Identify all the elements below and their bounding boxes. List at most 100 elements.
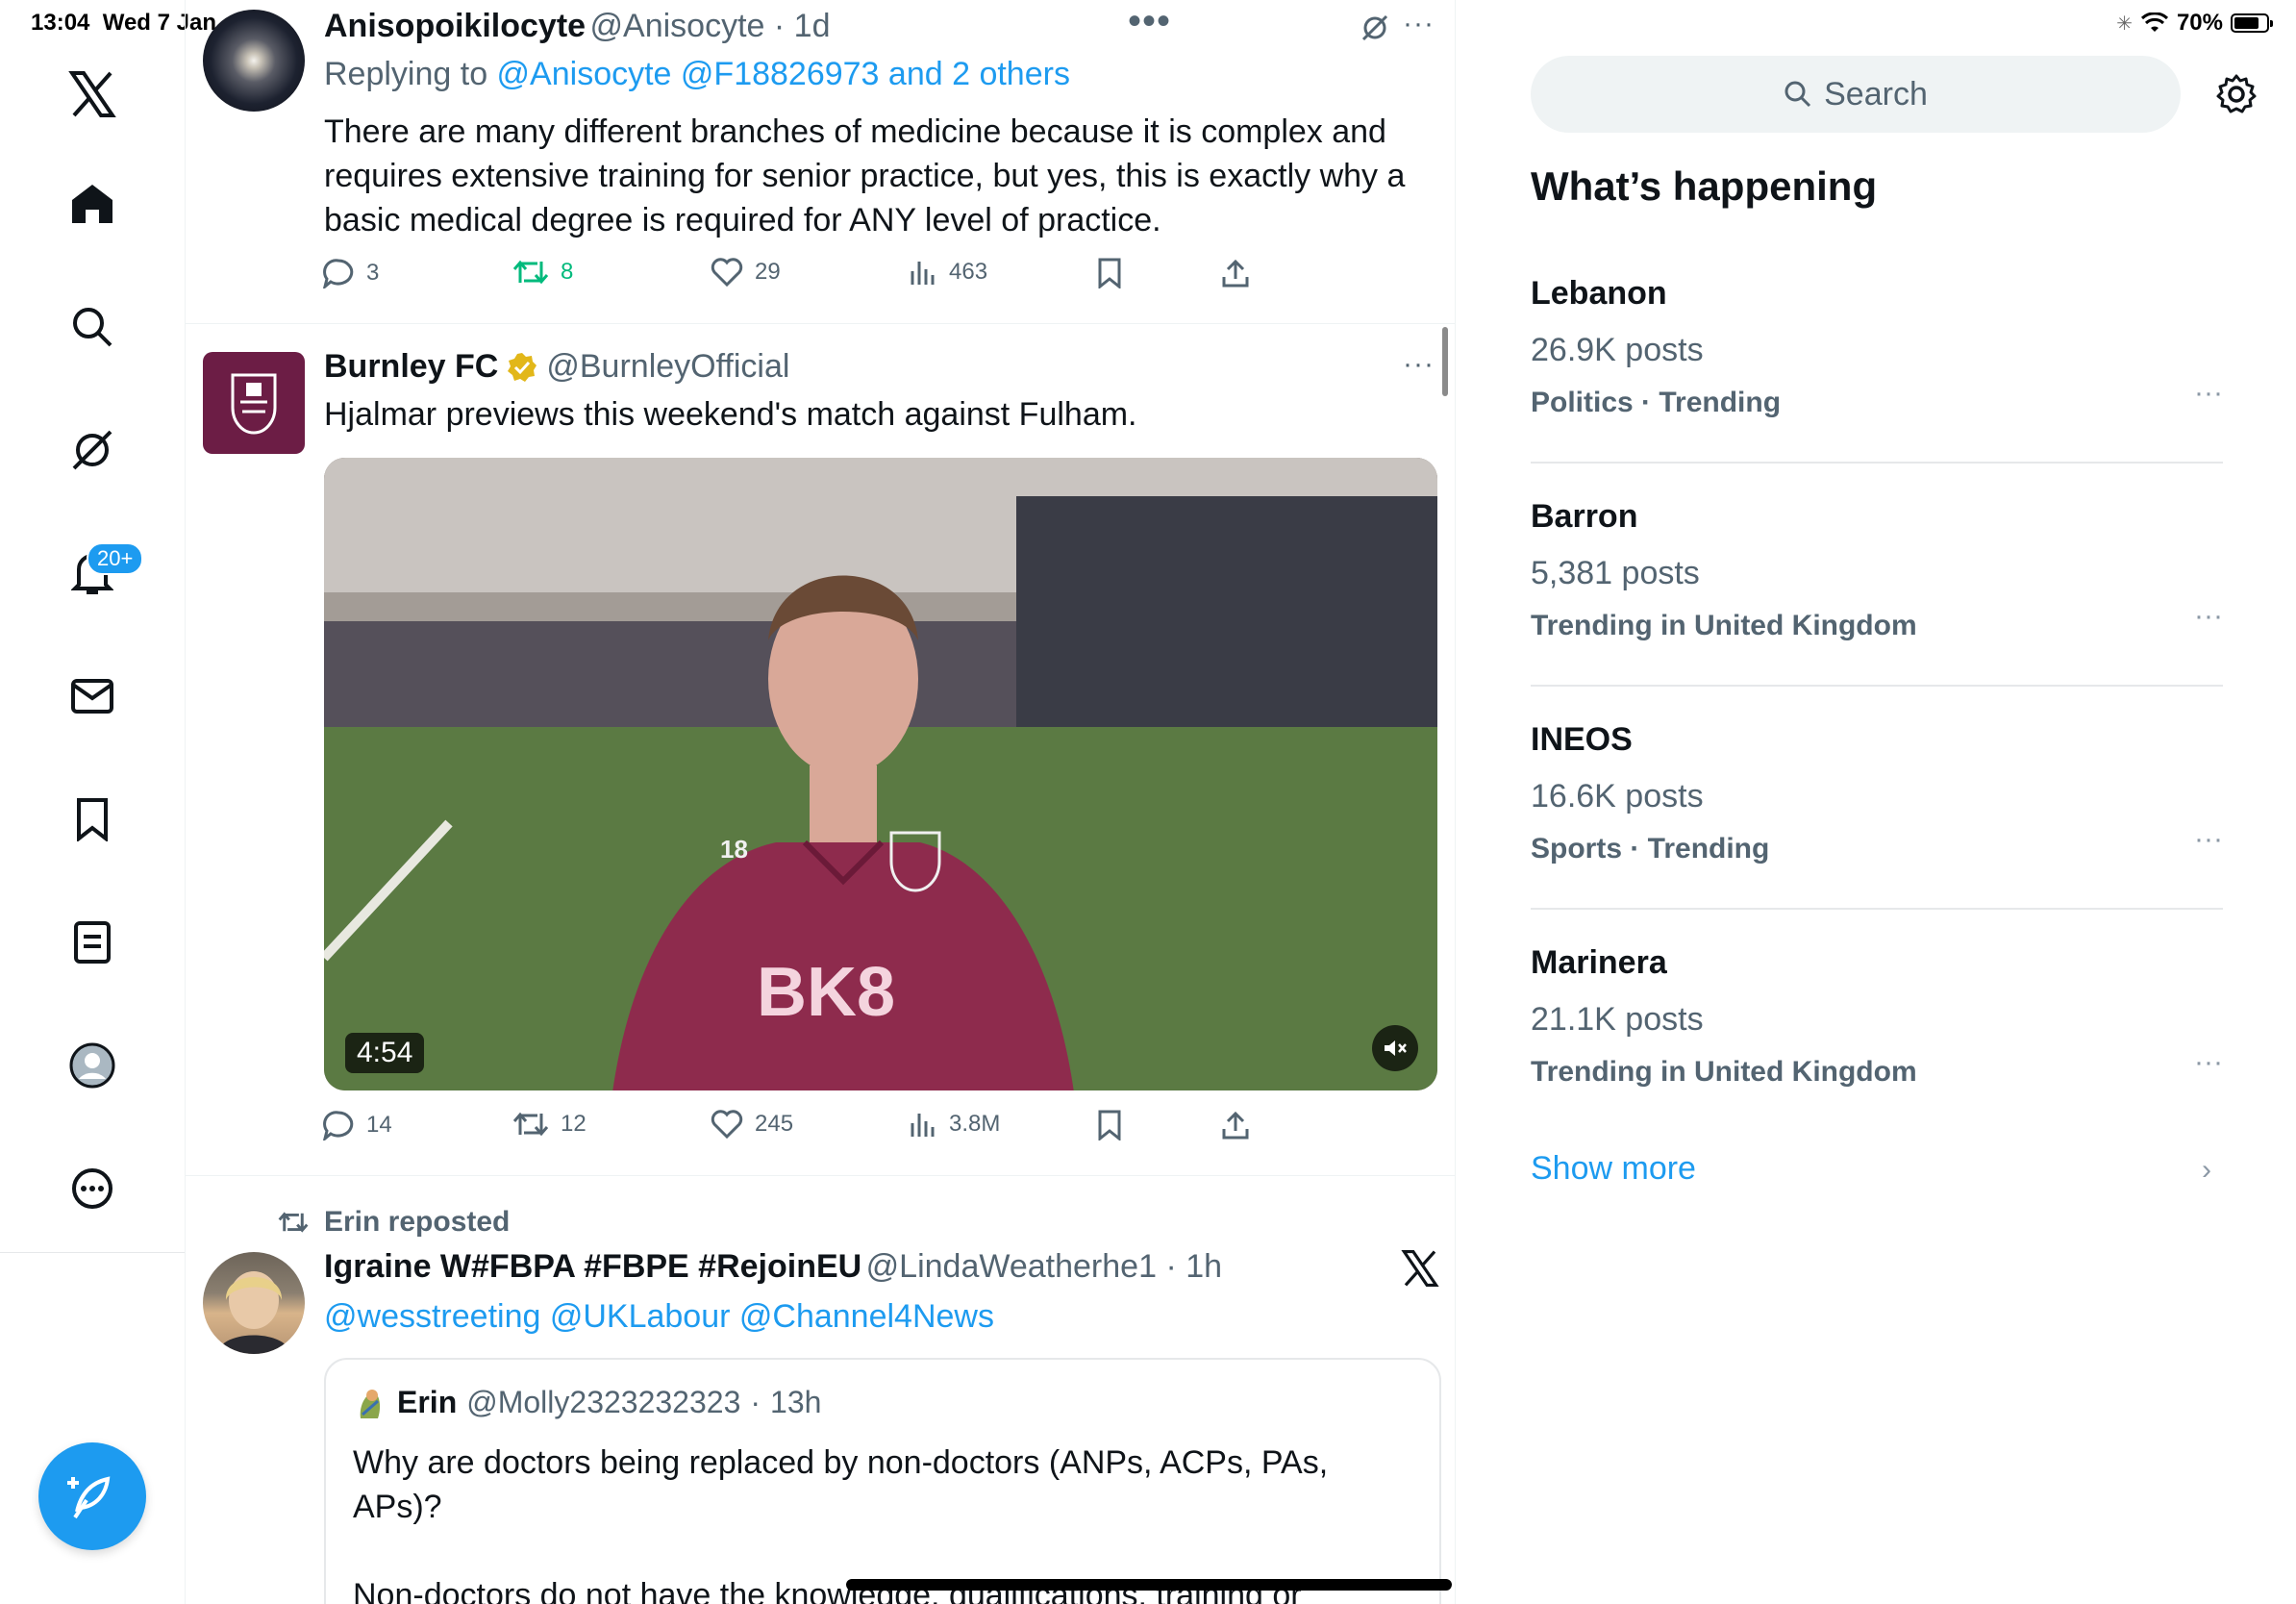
home-indicator[interactable] (846, 1579, 1452, 1591)
tweet-more-icon[interactable]: ··· (1403, 348, 1435, 381)
trend-posts: 26.9K posts (1531, 332, 1704, 368)
speaker-muted-icon (1385, 1040, 1407, 1056)
x-logo-icon[interactable] (67, 69, 117, 119)
avatar (360, 1389, 381, 1418)
tweet-text: Hjalmar previews this weekend's match ag… (324, 396, 1137, 433)
tweet-more-icon[interactable]: ··· (1403, 8, 1435, 40)
battery-icon (2231, 13, 2273, 33)
views-button[interactable]: 3.8M (909, 1110, 1000, 1139)
reply-icon (322, 259, 354, 288)
tweet-time: 1d (793, 8, 831, 44)
bookmark-button[interactable] (1097, 1110, 1122, 1140)
avatar[interactable] (203, 352, 305, 454)
author-handle[interactable]: @Anisocyte (590, 8, 765, 44)
search-input[interactable]: Search (1531, 56, 2181, 133)
compose-feather-icon (67, 1476, 111, 1519)
views-chart-icon (911, 262, 935, 285)
trend-more-icon[interactable]: ··· (2194, 823, 2223, 856)
tweet-actions: 3 8 29 463 (322, 258, 1284, 296)
tweet-divider (186, 323, 1455, 324)
lists-icon[interactable] (67, 917, 117, 967)
share-icon (1222, 259, 1249, 288)
repost-count: 12 (561, 1111, 586, 1137)
trend-item[interactable]: Lebanon 26.9K posts Politics · Trending … (1531, 275, 2223, 419)
quote-text: Why are doctors being replaced by non-do… (353, 1444, 1329, 1525)
tweet-header: Igraine W#FBPA #FBPE #RejoinEU @LindaWea… (324, 1248, 1222, 1286)
notifications-badge: 20+ (87, 542, 144, 575)
trend-more-icon[interactable]: ··· (2194, 377, 2223, 410)
loading-icon: ✳ (2116, 13, 2133, 35)
trend-more-icon[interactable]: ··· (2194, 1046, 2223, 1079)
show-more-link[interactable]: Show more (1531, 1150, 1696, 1188)
bookmark-button[interactable] (1097, 258, 1122, 288)
search-icon[interactable] (67, 302, 117, 352)
bookmarks-icon[interactable] (67, 794, 117, 844)
quote-time: 13h (770, 1385, 822, 1419)
replying-to-links[interactable]: @Anisocyte @F18826973 and 2 others (497, 56, 1070, 92)
author-name[interactable]: Anisopoikilocyte (324, 8, 586, 44)
grok-icon[interactable] (67, 425, 117, 475)
replying-to: Replying to @Anisocyte @F18826973 and 2 … (324, 56, 1070, 93)
heart-icon (711, 1110, 743, 1139)
trend-item[interactable]: INEOS 16.6K posts Sports · Trending ··· (1531, 721, 2223, 865)
video-player[interactable]: BK8 18 4:54 (324, 458, 1437, 1090)
timeline-scrollbar[interactable] (1442, 327, 1448, 396)
author-name[interactable]: Burnley FC (324, 348, 498, 386)
sidebar: 20+ (0, 0, 186, 1604)
dot-separator: · (750, 1385, 761, 1419)
chevron-right-icon[interactable]: › (2202, 1154, 2211, 1187)
repost-icon (278, 1212, 309, 1233)
like-count: 29 (755, 259, 781, 285)
quote-author-handle[interactable]: @Molly2323232323 (466, 1385, 740, 1420)
like-button[interactable]: 29 (711, 258, 781, 287)
timeline[interactable]: Anisopoikilocyte @Anisocyte · 1d ••• ···… (186, 0, 1456, 1604)
video-duration: 4:54 (345, 1033, 425, 1073)
bookmark-icon (1098, 1110, 1121, 1140)
tweet-time: 1h (1185, 1248, 1223, 1285)
views-button[interactable]: 463 (909, 258, 987, 287)
trend-posts: 21.1K posts (1531, 1001, 1704, 1038)
search-placeholder: Search (1824, 75, 1928, 113)
mention-links[interactable]: @wesstreeting @UKLabour @Channel4News (324, 1294, 994, 1339)
compose-post-button[interactable] (38, 1442, 146, 1550)
like-button[interactable]: 245 (711, 1110, 793, 1139)
trend-more-icon[interactable]: ··· (2194, 600, 2223, 633)
repost-button[interactable]: 12 (512, 1110, 586, 1139)
top-handle-dots-icon[interactable]: ••• (1128, 0, 1171, 43)
quote-header: Erin @Molly2323232323 · 13h (353, 1385, 821, 1420)
share-button[interactable] (1220, 258, 1251, 288)
trend-item[interactable]: Barron 5,381 posts Trending in United Ki… (1531, 498, 2223, 642)
trend-meta: Trending in United Kingdom (1531, 610, 1917, 641)
repost-context: Erin reposted (278, 1206, 510, 1239)
trend-meta: Sports · Trending (1531, 833, 1770, 865)
profile-avatar-icon[interactable] (67, 1040, 117, 1090)
share-button[interactable] (1220, 1110, 1251, 1140)
reply-count: 14 (366, 1112, 392, 1138)
repost-icon (512, 1112, 549, 1137)
reposted-by[interactable]: Erin reposted (324, 1206, 510, 1239)
gear-icon[interactable] (2215, 73, 2258, 115)
search-icon (1784, 81, 1811, 108)
author-name[interactable]: Igraine W#FBPA #FBPE #RejoinEU (324, 1248, 861, 1285)
avatar[interactable] (203, 10, 305, 112)
more-options-icon[interactable] (67, 1164, 117, 1214)
author-handle[interactable]: @BurnleyOfficial (546, 348, 789, 386)
trend-item[interactable]: Marinera 21.1K posts Trending in United … (1531, 944, 2223, 1089)
avatar[interactable] (203, 1252, 305, 1354)
trend-divider (1531, 462, 2223, 464)
share-icon (1222, 1111, 1249, 1140)
repost-button[interactable]: 8 (512, 258, 573, 287)
reply-button[interactable]: 14 (322, 1110, 392, 1140)
home-icon[interactable] (67, 179, 117, 229)
grok-icon[interactable] (1360, 13, 1389, 42)
quoted-tweet[interactable]: Erin @Molly2323232323 · 13h Why are doctor… (324, 1358, 1441, 1604)
sidebar-divider (0, 1252, 185, 1253)
mute-button[interactable] (1372, 1025, 1418, 1071)
repost-icon (512, 260, 549, 285)
replying-prefix: Replying to (324, 56, 497, 92)
trend-divider (1531, 685, 2223, 687)
messages-envelope-icon[interactable] (67, 671, 117, 721)
quote-author-name[interactable]: Erin (397, 1385, 457, 1420)
reply-button[interactable]: 3 (322, 258, 379, 288)
author-handle[interactable]: @LindaWeatherhe1 (866, 1248, 1157, 1285)
